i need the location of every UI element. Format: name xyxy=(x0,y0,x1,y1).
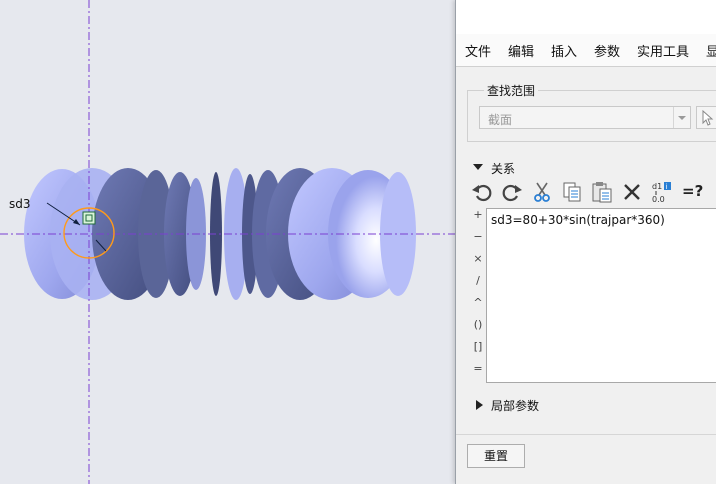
menu-show[interactable]: 显 xyxy=(706,41,716,60)
operator-power[interactable]: ^ xyxy=(470,296,486,309)
operator-plus[interactable]: + xyxy=(470,208,486,221)
operator-minus[interactable]: − xyxy=(470,230,486,243)
undo-icon[interactable] xyxy=(470,180,494,204)
menu-file[interactable]: 文件 xyxy=(465,41,491,60)
relations-dialog: 文件 编辑 插入 参数 实用工具 显 查找范围 截面 关系 xyxy=(455,0,716,484)
relations-editor[interactable]: sd3=80+30*sin(trajpar*360) xyxy=(486,208,716,383)
paste-icon[interactable] xyxy=(590,180,614,204)
dialog-titlebar[interactable] xyxy=(456,0,716,35)
footer-divider xyxy=(456,434,716,435)
svg-text:0.0: 0.0 xyxy=(652,195,665,204)
menu-utilities[interactable]: 实用工具 xyxy=(637,41,689,60)
model-view: sd3 xyxy=(0,0,456,484)
menu-edit[interactable]: 编辑 xyxy=(508,41,534,60)
svg-text:i: i xyxy=(666,183,668,191)
operator-parentheses[interactable]: () xyxy=(470,318,486,331)
local-params-title[interactable]: 局部参数 xyxy=(491,397,539,414)
operator-divide[interactable]: / xyxy=(470,274,486,287)
operator-multiply[interactable]: × xyxy=(470,252,486,265)
svg-text:d1: d1 xyxy=(652,182,662,191)
select-pointer-button[interactable] xyxy=(696,106,716,129)
menu-bar: 文件 编辑 插入 参数 实用工具 显 xyxy=(456,34,716,67)
scope-legend: 查找范围 xyxy=(484,82,539,99)
cursor-icon xyxy=(702,109,714,126)
redo-icon[interactable] xyxy=(500,180,524,204)
relations-section-title: 关系 xyxy=(491,162,516,176)
dimension-label[interactable]: sd3 xyxy=(9,197,31,211)
operator-brackets[interactable]: [] xyxy=(470,340,486,353)
cut-icon[interactable] xyxy=(530,180,554,204)
verify-label: =? xyxy=(682,182,704,200)
reset-button[interactable]: 重置 xyxy=(467,444,525,468)
verify-icon[interactable]: =? xyxy=(680,180,708,204)
evaluate-icon[interactable]: d1 i 0.0 xyxy=(650,180,674,204)
section-origin-icon[interactable] xyxy=(82,211,96,225)
expand-right-icon[interactable] xyxy=(474,399,486,411)
scope-dropdown[interactable]: 截面 xyxy=(479,106,691,129)
menu-parameters[interactable]: 参数 xyxy=(594,41,620,60)
expand-down-icon[interactable] xyxy=(472,161,484,173)
chevron-down-icon[interactable] xyxy=(673,107,690,128)
delete-icon[interactable] xyxy=(620,180,644,204)
copy-icon[interactable] xyxy=(560,180,584,204)
relation-text[interactable]: sd3=80+30*sin(trajpar*360) xyxy=(491,213,665,227)
operator-equals[interactable]: = xyxy=(470,362,486,375)
scope-value: 截面 xyxy=(488,113,513,127)
menu-insert[interactable]: 插入 xyxy=(551,41,577,60)
graphics-viewport[interactable]: sd3 xyxy=(0,0,456,484)
